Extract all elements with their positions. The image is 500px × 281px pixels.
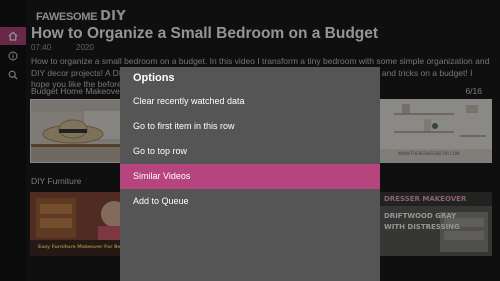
options-dialog-title: Options — [133, 72, 175, 84]
options-dialog: Options Clear recently watched data Go t… — [120, 67, 380, 281]
option-go-to-first-item[interactable]: Go to first item in this row — [120, 114, 380, 139]
option-add-to-queue[interactable]: Add to Queue — [120, 189, 380, 214]
option-go-to-top-row[interactable]: Go to top row — [120, 139, 380, 164]
option-similar-videos[interactable]: Similar Videos — [120, 164, 380, 189]
option-clear-recently-watched[interactable]: Clear recently watched data — [120, 89, 380, 114]
